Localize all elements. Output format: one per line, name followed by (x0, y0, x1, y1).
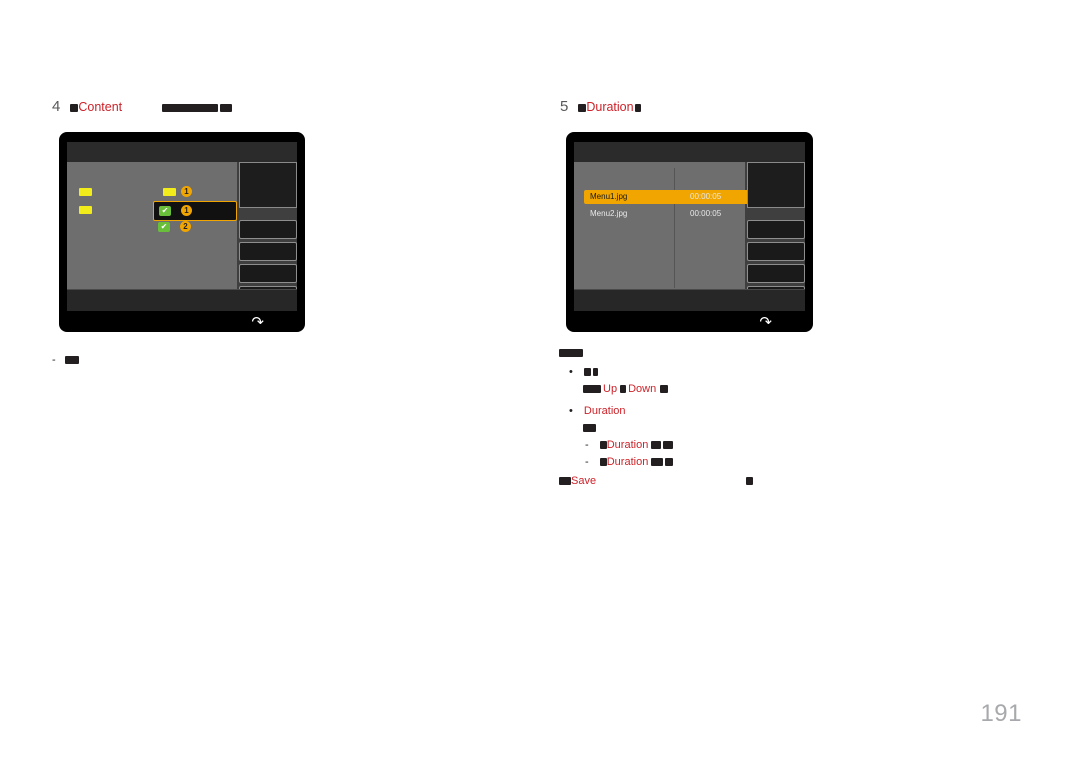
file-row[interactable]: Menu1.jpg 00:00:05 (584, 190, 759, 204)
dash-marker: - (52, 354, 56, 366)
step-5-keyword: Duration (586, 100, 634, 114)
dash-marker: - (585, 439, 589, 451)
side-button-3[interactable] (747, 264, 805, 283)
key-up-label: Up (603, 383, 618, 395)
redacted-text-block (746, 477, 754, 486)
redacted-text-block (220, 103, 233, 112)
footer-note: Save (559, 474, 754, 490)
bullet-2-sub-2: - Duration (585, 455, 674, 471)
preview-thumbnail (239, 162, 297, 208)
side-button-1[interactable] (239, 220, 297, 239)
device-topbar (67, 142, 297, 162)
checkbox-icon[interactable]: ✔ (159, 206, 171, 216)
redacted-text-block (592, 368, 598, 377)
redacted-text-block (64, 356, 79, 365)
redacted-text-block (620, 385, 627, 394)
redacted-text-block (559, 349, 583, 358)
checkbox-icon[interactable]: ✔ (158, 222, 170, 232)
file-duration: 00:00:05 (690, 209, 722, 218)
step-4-number: 4 (52, 98, 61, 115)
order-badge: 2 (180, 221, 191, 232)
step-4-text: Content (70, 100, 233, 115)
device-screen: Menu1.jpg 00:00:05 Menu2.jpg 00:00:05 (574, 142, 805, 311)
back-arrow-icon[interactable]: ↷ (759, 315, 772, 330)
redacted-text-block (559, 477, 571, 486)
bullet-1-line1 (583, 366, 598, 378)
redacted-text-block (660, 385, 669, 394)
redacted-text-block (583, 368, 591, 377)
step-4-header: 4 Content (52, 98, 233, 115)
file-name: Menu2.jpg (590, 209, 628, 218)
figure-content-selection: 1 ✔ 1 ✔ 2 ↷ (60, 133, 304, 331)
bullet-2: • Duration (569, 404, 626, 420)
preview-thumbnail (747, 162, 805, 208)
folder-chip (79, 188, 92, 196)
sub-2-label: Duration (606, 456, 649, 468)
dash-marker: - (585, 456, 589, 468)
column-divider (674, 168, 675, 288)
redacted-text-block (651, 458, 664, 467)
key-down-label: Down (628, 383, 657, 395)
side-button-2[interactable] (239, 242, 297, 261)
device-screen: 1 ✔ 1 ✔ 2 (67, 142, 297, 311)
bottom-strip (574, 289, 805, 311)
back-arrow-icon[interactable]: ↷ (251, 315, 264, 330)
notes-heading (559, 346, 583, 362)
device-topbar (574, 142, 805, 162)
redacted-text-block (663, 441, 674, 450)
bullet-1-line2: Up Down (583, 382, 669, 398)
file-name: Menu1.jpg (590, 192, 628, 201)
bullet-marker: • (569, 405, 573, 417)
redacted-text-block (599, 458, 607, 467)
sub-1-label: Duration (606, 439, 649, 451)
redacted-text-block (583, 424, 596, 433)
content-panel: 1 ✔ 1 ✔ 2 (67, 162, 237, 290)
file-row[interactable]: Menu2.jpg 00:00:05 (584, 207, 759, 221)
redacted-text-block (651, 441, 662, 450)
bottom-strip (67, 289, 297, 311)
bullet-2-sub-1: - Duration (585, 438, 674, 454)
folder-chip (79, 206, 92, 214)
content-panel: Menu1.jpg 00:00:05 Menu2.jpg 00:00:05 (574, 162, 759, 290)
order-badge: 1 (181, 205, 192, 216)
figure-duration-list: Menu1.jpg 00:00:05 Menu2.jpg 00:00:05 ↷ (567, 133, 812, 331)
step-4-keyword: Content (78, 100, 123, 114)
redacted-text-block (162, 103, 219, 112)
step-5-number: 5 (560, 98, 569, 115)
save-label: Save (571, 475, 597, 487)
redacted-text-block (665, 458, 674, 467)
redacted-text-block (599, 441, 607, 450)
side-button-1[interactable] (747, 220, 805, 239)
side-button-3[interactable] (239, 264, 297, 283)
left-figure-note: - (52, 353, 79, 369)
step-5-text: Duration (578, 100, 641, 115)
redacted-text-block (634, 103, 641, 112)
bullet-marker: • (569, 366, 573, 378)
page-number: 191 (980, 700, 1022, 727)
file-duration: 00:00:05 (690, 192, 722, 201)
selected-row[interactable]: ✔ 1 (153, 201, 237, 221)
step-5-header: 5 Duration (560, 99, 641, 115)
bullet-2-line2 (583, 421, 596, 437)
bullet-2-label: Duration (583, 405, 626, 417)
folder-chip (163, 188, 176, 196)
redacted-text-block (583, 385, 601, 394)
bullet-1: • (569, 365, 598, 381)
order-badge: 1 (181, 186, 192, 197)
side-button-2[interactable] (747, 242, 805, 261)
